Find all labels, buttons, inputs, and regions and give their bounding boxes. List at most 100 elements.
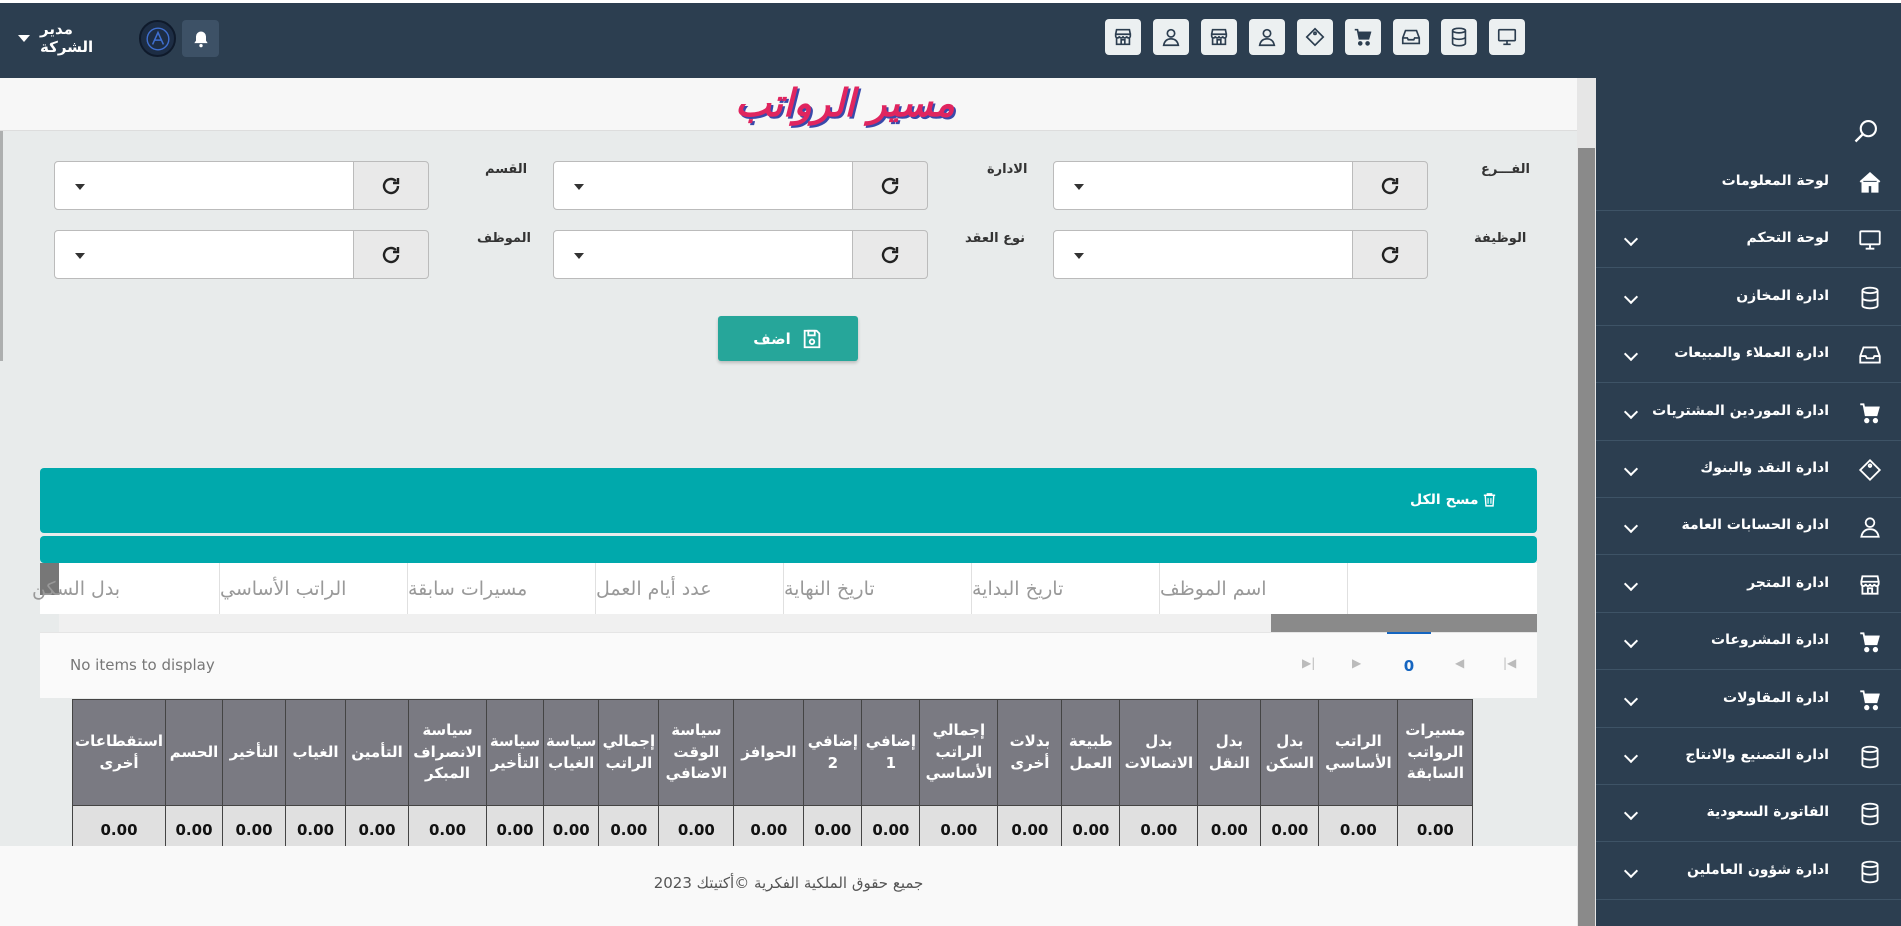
administration-refresh-button[interactable] [852, 161, 928, 210]
grid-column-header[interactable]: الراتب الأساسي [220, 563, 408, 614]
sidebar-item-12[interactable]: ادارة شؤون العاملين [1596, 843, 1901, 900]
user-menu[interactable]: مدير الشركة [18, 20, 128, 56]
cart-icon [1857, 400, 1883, 426]
job-select-group [1053, 230, 1428, 279]
sidebar-item-0[interactable]: لوحة المعلومات [1596, 154, 1901, 211]
chevron-down-icon [1623, 748, 1639, 764]
database-icon[interactable] [1441, 19, 1477, 55]
chevron-down-icon [1623, 461, 1639, 477]
totals-header: طبيعة العمل [1061, 699, 1121, 806]
sidebar-item-label: ادارة المشروعات [1711, 632, 1829, 649]
totals-header-line: الانصراف [413, 742, 482, 761]
sidebar-item-8[interactable]: ادارة المشروعات [1596, 613, 1901, 671]
grid-column-header[interactable]: مسيرات سابقة [408, 563, 596, 614]
scrollbar-thumb[interactable] [1578, 148, 1595, 926]
grid-group-bar [40, 536, 1537, 563]
job-refresh-button[interactable] [1352, 230, 1428, 279]
sidebar-item-2[interactable]: ادارة المخازن [1596, 269, 1901, 326]
employee-refresh-button[interactable] [353, 230, 429, 279]
grid-column-header[interactable]: تاريخ النهاية [784, 563, 972, 614]
vertical-scrollbar[interactable] [1577, 78, 1596, 926]
grid-column-header[interactable]: عدد أيام العمل [596, 563, 784, 614]
last-page-icon[interactable]: ▶| [1302, 656, 1315, 670]
job-select[interactable] [1053, 230, 1353, 279]
store-icon[interactable] [1105, 19, 1141, 55]
administration-label: الادارة [987, 162, 1028, 177]
totals-header-line: إضافي [807, 731, 859, 750]
chevron-down-icon [1623, 519, 1639, 534]
trash-icon [1483, 493, 1495, 507]
footer-copyright: جميع حقوق الملكية الفكرية ©أكتيتك 2023 [653, 874, 924, 892]
avatar[interactable] [139, 20, 176, 57]
save-icon [803, 329, 820, 348]
department-select[interactable] [54, 161, 354, 210]
contract-type-label: نوع العقد [965, 231, 1025, 246]
add-button[interactable]: اضف [718, 316, 858, 361]
sidebar-item-5[interactable]: ادارة النقد والبنوك [1596, 441, 1901, 498]
totals-header-line: النقل [1208, 753, 1250, 772]
dropdown-arrow-icon [1074, 253, 1084, 259]
totals-header-line: الاضافي [665, 764, 728, 783]
sidebar-item-1[interactable]: لوحة التحكم [1596, 211, 1901, 269]
cart-icon[interactable] [1345, 19, 1381, 55]
monitor-icon[interactable] [1489, 19, 1525, 55]
department-refresh-button[interactable] [353, 161, 429, 210]
user-icon[interactable] [1249, 19, 1285, 55]
totals-header-line: الأساسي [925, 764, 993, 783]
search-icon[interactable] [1852, 117, 1880, 145]
inbox-icon[interactable] [1393, 19, 1429, 55]
sidebar-item-11[interactable]: الفاتورة السعودية [1596, 785, 1901, 843]
branch-refresh-button[interactable] [1352, 161, 1428, 210]
horizontal-scrollbar[interactable] [59, 614, 1537, 632]
first-page-icon[interactable]: |◀ [1503, 656, 1516, 670]
chevron-down-icon [1623, 347, 1639, 362]
totals-header-line: الراتب [935, 742, 983, 761]
totals-header-line: الراتب [605, 753, 653, 772]
job-label: الوظيفة [1474, 231, 1527, 246]
sidebar-item-7[interactable]: ادارة المتجر [1596, 556, 1901, 613]
dropdown-arrow-icon [75, 184, 85, 190]
grid-column-header[interactable]: اسم الموظف [1160, 563, 1348, 614]
tag-icon[interactable] [1297, 19, 1333, 55]
sidebar-item-4[interactable]: ادارة الموردين المشتريات [1596, 384, 1901, 441]
totals-header-line: سياسة [546, 731, 597, 750]
add-button-label: اضف [753, 329, 791, 348]
totals-header: سياسة الوقت الاضافي [658, 699, 735, 806]
left-edge-line [0, 131, 3, 361]
totals-header-line: الراتب [1334, 731, 1382, 750]
totals-header: الراتب الأساسي [1318, 699, 1399, 806]
totals-header-line: أخرى [1010, 753, 1050, 772]
department-select-group [54, 161, 429, 210]
clear-all-button[interactable]: مسح الكل [1410, 491, 1498, 508]
chevron-down-icon [1623, 404, 1639, 419]
grid-column-header[interactable]: بدل السكن [32, 563, 220, 614]
grid-column-header[interactable]: تاريخ البداية [972, 563, 1160, 614]
totals-header-line: المبكر [425, 764, 471, 783]
database-icon [1857, 859, 1883, 885]
scrollbar-thumb[interactable] [1271, 614, 1537, 632]
branch-label: الفـــرع [1481, 162, 1530, 177]
store-icon [1857, 572, 1883, 598]
current-page[interactable]: 0 [1387, 632, 1431, 698]
sidebar-item-9[interactable]: ادارة المقاولات [1596, 671, 1901, 728]
contract-type-refresh-button[interactable] [852, 230, 928, 279]
totals-header: الحوافز [733, 699, 805, 806]
totals-header: إضافي 2 [803, 699, 863, 806]
user-icon[interactable] [1153, 19, 1189, 55]
totals-header: سياسة الغياب [543, 699, 600, 806]
previous-page-icon[interactable]: ◀ [1455, 656, 1464, 670]
sidebar-item-6[interactable]: ادارة الحسابات العامة [1596, 498, 1901, 556]
store-icon[interactable] [1201, 19, 1237, 55]
totals-header-line: إجمالي [932, 720, 986, 739]
administration-select[interactable] [553, 161, 853, 210]
employee-label: الموظف [477, 231, 531, 246]
sidebar-item-3[interactable]: ادارة العملاء والمبيعات [1596, 326, 1901, 384]
contract-type-select-group [553, 230, 928, 279]
next-page-icon[interactable]: ▶ [1352, 656, 1361, 670]
contract-type-select[interactable] [553, 230, 853, 279]
sidebar-item-10[interactable]: ادارة التصنيع والانتاج [1596, 728, 1901, 785]
employee-select[interactable] [54, 230, 354, 279]
dropdown-arrow-icon [75, 253, 85, 259]
branch-select[interactable] [1053, 161, 1353, 210]
notifications-bell-icon[interactable] [182, 20, 219, 57]
